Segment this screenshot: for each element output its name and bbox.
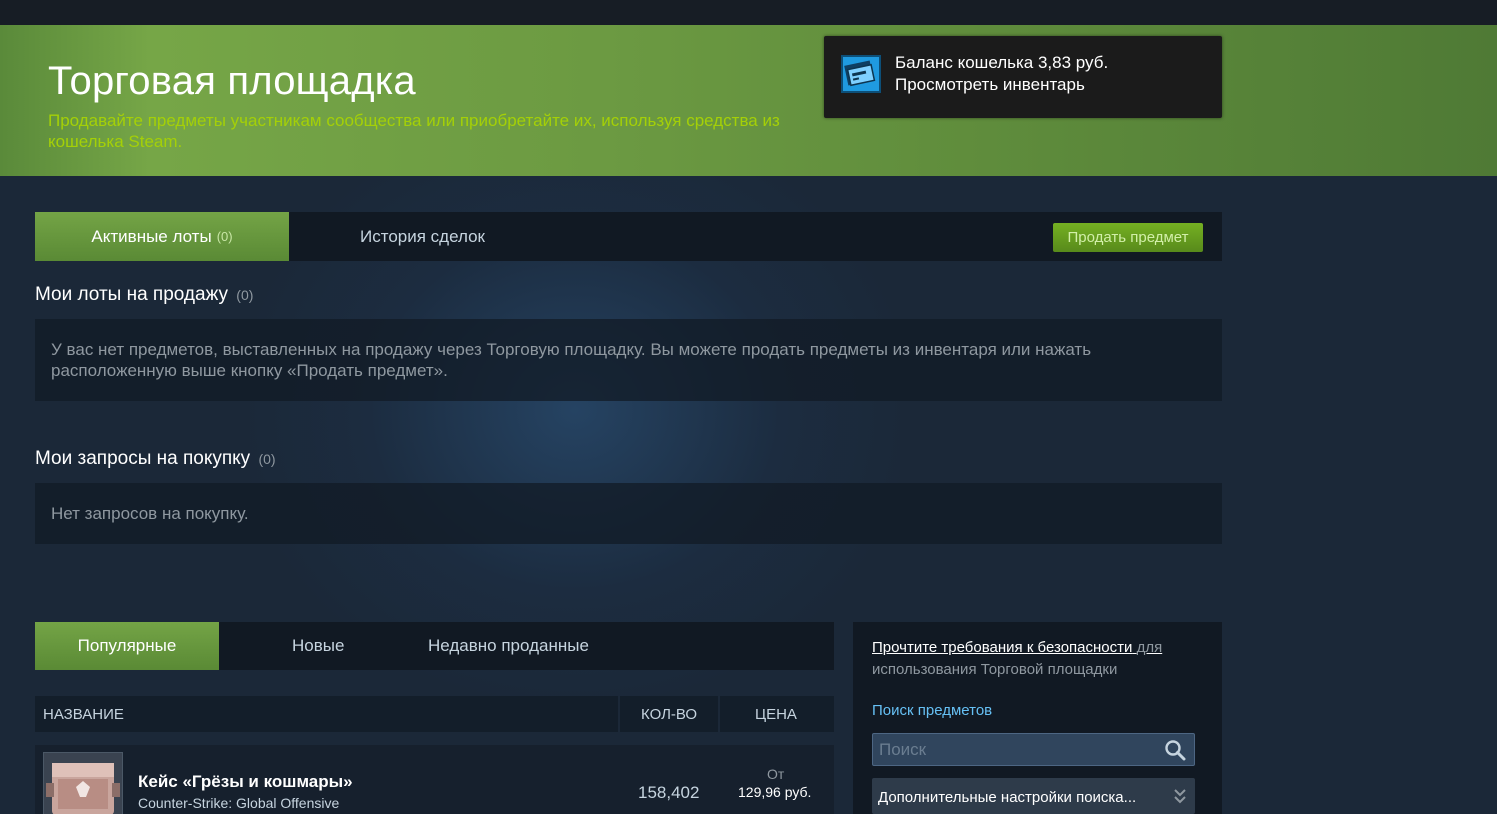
tab-active-listings[interactable]: Активные лоты (0) xyxy=(35,212,289,261)
page-title: Торговая площадка xyxy=(48,59,416,103)
search-icon[interactable] xyxy=(1164,739,1186,761)
buy-orders-count: (0) xyxy=(258,451,276,467)
item-name[interactable]: Кейс «Грёзы и кошмары» xyxy=(138,772,353,792)
wallet-icon xyxy=(841,55,881,93)
tab-recently-sold[interactable]: Недавно проданные xyxy=(428,636,589,656)
column-header-quantity[interactable]: КОЛ-ВО xyxy=(641,706,697,723)
browse-tab-bar: Популярные Новые Недавно проданные xyxy=(35,622,834,670)
view-inventory-link[interactable]: Просмотреть инвентарь xyxy=(895,75,1085,95)
item-game: Counter-Strike: Global Offensive xyxy=(138,795,340,811)
table-row[interactable]: Кейс «Грёзы и кошмары» Counter-Strike: G… xyxy=(35,745,834,814)
table-header: НАЗВАНИЕ КОЛ-ВО ЦЕНА xyxy=(35,696,834,732)
my-listings-count: (0) xyxy=(236,287,254,303)
advanced-search-toggle[interactable]: Дополнительные настройки поиска... xyxy=(872,778,1195,814)
buy-orders-title: Мои запросы на покупку (0) xyxy=(35,448,276,470)
column-divider xyxy=(718,696,720,732)
item-quantity: 158,402 xyxy=(638,783,700,802)
tab-active-listings-label: Активные лоты xyxy=(91,226,212,246)
tab-active-listings-count: (0) xyxy=(216,229,233,244)
sell-item-button[interactable]: Продать предмет xyxy=(1053,223,1203,252)
top-strip xyxy=(0,0,1497,25)
advanced-search-label: Дополнительные настройки поиска... xyxy=(878,789,1137,806)
market-sidebar: Прочтите требования к безопасности для и… xyxy=(853,622,1222,814)
security-link-tail: для xyxy=(1136,639,1163,656)
my-listings-title-text: Мои лоты на продажу xyxy=(35,284,229,305)
listings-tab-bar: Активные лоты (0) История сделок Продать… xyxy=(35,212,1222,261)
page-subtitle: Продавайте предметы участникам сообществ… xyxy=(48,111,780,151)
security-line-2: использования Торговой площадки xyxy=(872,661,1118,678)
column-divider xyxy=(618,696,620,732)
item-price-prefix: От xyxy=(767,766,785,782)
buy-orders-empty-text: Нет запросов на покупку. xyxy=(51,504,249,523)
buy-orders-box: Нет запросов на покупку. xyxy=(35,483,1222,544)
search-box xyxy=(872,733,1195,766)
buy-orders-title-text: Мои запросы на покупку xyxy=(35,448,251,469)
security-requirements-link[interactable]: Прочтите требования к безопасности xyxy=(872,639,1132,656)
case-icon xyxy=(44,753,122,814)
my-listings-empty-text: У вас нет предметов, выставленных на про… xyxy=(51,340,1092,380)
my-listings-title: Мои лоты на продажу (0) xyxy=(35,284,253,306)
column-header-name[interactable]: НАЗВАНИЕ xyxy=(43,706,124,723)
tab-history[interactable]: История сделок xyxy=(360,227,485,247)
search-label: Поиск предметов xyxy=(872,702,993,719)
search-input[interactable] xyxy=(873,734,1153,765)
column-header-price[interactable]: ЦЕНА xyxy=(755,706,797,723)
wallet-panel: Баланс кошелька 3,83 руб. Просмотреть ин… xyxy=(824,36,1222,118)
item-price: 129,96 руб. xyxy=(738,784,812,800)
market-banner: Торговая площадка Продавайте предметы уч… xyxy=(0,25,1497,176)
tab-new[interactable]: Новые xyxy=(292,636,344,656)
security-info: Прочтите требования к безопасности для xyxy=(872,639,1162,656)
my-listings-box: У вас нет предметов, выставленных на про… xyxy=(35,319,1222,401)
double-chevron-down-icon xyxy=(1174,789,1186,804)
item-image xyxy=(43,752,123,814)
wallet-balance: Баланс кошелька 3,83 руб. xyxy=(895,53,1109,72)
tab-popular[interactable]: Популярные xyxy=(35,622,219,670)
